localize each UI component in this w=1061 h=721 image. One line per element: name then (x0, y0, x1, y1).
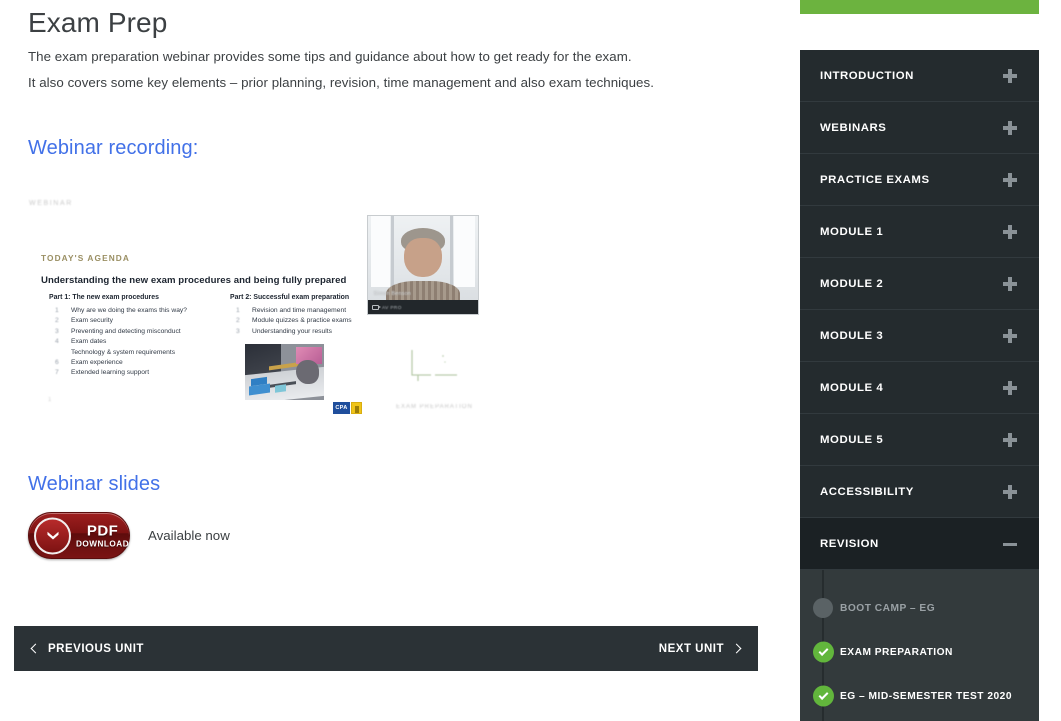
webinar-slides-heading: Webinar slides (28, 473, 161, 495)
slide-agenda-left-heading: Part 1: The new exam procedures (49, 294, 159, 301)
slide-decoration-lines (411, 350, 457, 381)
list-item: Extended learning support (71, 369, 150, 377)
sidebar-item-module-4[interactable]: MODULE 4 (800, 362, 1039, 414)
slide-top-faint-text: WEBINAR (29, 200, 73, 207)
pdf-download-row: PDF DOWNLOAD Available now (28, 512, 230, 559)
slide-agenda-title: Understanding the new exam procedures an… (41, 275, 347, 286)
list-item: Why are we doing the exams this way? (71, 306, 187, 314)
sidebar-item-introduction[interactable]: INTRODUCTION (800, 50, 1039, 102)
slide-agenda-right-list: Revision and time management Module quiz… (232, 306, 382, 337)
plus-icon[interactable] (1003, 328, 1017, 343)
pdf-download-button[interactable]: PDF DOWNLOAD (28, 512, 130, 559)
sidebar-subitem-mid-semester-test[interactable]: EG – MID-SEMESTER TEST 2020 (800, 674, 1039, 718)
list-item: Revision and time management (252, 306, 347, 314)
sidebar-item-revision[interactable]: REVISION (800, 518, 1039, 570)
sidebar-item-module-3[interactable]: MODULE 3 (800, 310, 1039, 362)
sidebar-subitem-label: EG – MID-SEMESTER TEST 2020 (840, 690, 1013, 702)
pdf-button-line2: DOWNLOAD (76, 538, 130, 548)
chevron-left-icon (30, 643, 41, 654)
webinar-recording-heading: Webinar recording: (28, 137, 199, 159)
revision-submenu: BOOT CAMP – EG EXAM PREPARATION EG – MID… (800, 570, 1039, 721)
sidebar-subitem-boot-camp[interactable]: BOOT CAMP – EG (800, 586, 1039, 630)
chevron-right-icon (731, 643, 742, 654)
sidebar-accent-bar (800, 0, 1039, 14)
pdf-button-text: PDF DOWNLOAD (76, 523, 129, 548)
slide-logo-text: CPA (333, 402, 350, 414)
slide-brand-logo: CPA (333, 402, 362, 414)
slide-footer-faint-text: EXAM PREPARATION (396, 404, 473, 410)
sidebar-item-label: MODULE 5 (820, 433, 884, 446)
slide-corner-faint-text: 1 (48, 397, 52, 403)
next-unit-label: NEXT UNIT (658, 642, 724, 655)
sidebar-subitem-label: BOOT CAMP – EG (840, 602, 936, 614)
sidebar-subitem-exam-preparation[interactable]: EXAM PREPARATION (800, 630, 1039, 674)
sidebar-subitem-label: EXAM PREPARATION (840, 646, 953, 658)
sidebar-item-module-1[interactable]: MODULE 1 (800, 206, 1039, 258)
course-outline-menu: INTRODUCTION WEBINARS PRACTICE EXAMS MOD… (800, 50, 1039, 721)
list-item: Exam dates (71, 338, 107, 346)
webcam-status-bar: AV PRO (368, 300, 478, 314)
sidebar-item-label: WEBINARS (820, 121, 887, 134)
sidebar-item-label: INTRODUCTION (820, 69, 914, 82)
list-item: Module quizzes & practice exams (252, 317, 352, 325)
sidebar-item-webinars[interactable]: WEBINARS (800, 102, 1039, 154)
sidebar-item-accessibility[interactable]: ACCESSIBILITY (800, 466, 1039, 518)
plus-icon[interactable] (1003, 432, 1017, 447)
intro-paragraph-2: It also covers some key elements – prior… (28, 75, 654, 90)
sidebar-item-label: PRACTICE EXAMS (820, 173, 930, 186)
list-item: Technology & system requirements (71, 348, 176, 356)
intro-paragraph-1: The exam preparation webinar provides so… (28, 49, 632, 64)
page-title: Exam Prep (28, 7, 168, 38)
slide-logo-badge (351, 402, 362, 414)
minus-icon[interactable] (1003, 537, 1017, 551)
slide-agenda-right-heading: Part 2: Successful exam preparation (230, 294, 350, 301)
plus-icon[interactable] (1003, 380, 1017, 395)
plus-icon[interactable] (1003, 224, 1017, 239)
main-content: Exam Prep The exam preparation webinar p… (0, 0, 790, 721)
sidebar-item-label: MODULE 1 (820, 225, 884, 238)
sidebar-item-module-5[interactable]: MODULE 5 (800, 414, 1039, 466)
plus-icon[interactable] (1003, 484, 1017, 499)
video-camera-icon (372, 304, 381, 310)
sidebar-item-label: REVISION (820, 537, 879, 550)
list-item: Exam experience (71, 358, 123, 366)
webinar-video-player[interactable]: WEBINAR TODAY'S AGENDA Understanding the… (28, 196, 488, 436)
unit-navigation-bar: PREVIOUS UNIT NEXT UNIT (14, 626, 758, 671)
status-dot-icon (813, 598, 833, 618)
check-circle-icon (813, 685, 834, 707)
page-root: Exam Prep The exam preparation webinar p… (0, 0, 1061, 721)
next-unit-button[interactable]: NEXT UNIT (658, 642, 742, 655)
plus-icon[interactable] (1003, 172, 1017, 187)
list-item: Preventing and detecting misconduct (71, 327, 181, 335)
webcam-status-label: AV PRO (382, 304, 402, 310)
slide-agenda-left-list: Why are we doing the exams this way? Exa… (51, 306, 231, 379)
presenter-name-label: Simon Benson (373, 291, 411, 298)
pdf-button-line1: PDF (86, 521, 119, 539)
sidebar-item-practice-exams[interactable]: PRACTICE EXAMS (800, 154, 1039, 206)
check-circle-icon (813, 641, 834, 663)
sidebar-item-label: ACCESSIBILITY (820, 485, 914, 498)
previous-unit-button[interactable]: PREVIOUS UNIT (30, 642, 144, 655)
course-sidebar: INTRODUCTION WEBINARS PRACTICE EXAMS MOD… (800, 0, 1039, 721)
sidebar-item-label: MODULE 2 (820, 277, 884, 290)
list-item: Exam security (71, 317, 113, 325)
plus-icon[interactable] (1003, 68, 1017, 83)
sidebar-item-label: MODULE 4 (820, 381, 884, 394)
slide-desk-photo (245, 344, 324, 400)
slide-agenda-column-right: Part 2: Successful exam preparation Revi… (230, 293, 382, 337)
slide-agenda-kicker: TODAY'S AGENDA (41, 253, 130, 263)
list-item: Understanding your results (252, 327, 332, 335)
sidebar-item-label: MODULE 3 (820, 329, 884, 342)
plus-icon[interactable] (1003, 276, 1017, 291)
download-chevron-icon (34, 517, 71, 554)
pdf-availability-text: Available now (148, 528, 230, 543)
sidebar-item-module-2[interactable]: MODULE 2 (800, 258, 1039, 310)
presenter-webcam-overlay: Simon Benson AV PRO (367, 215, 479, 315)
previous-unit-label: PREVIOUS UNIT (48, 642, 144, 655)
plus-icon[interactable] (1003, 120, 1017, 135)
slide-agenda-column-left: Part 1: The new exam procedures Why are … (49, 293, 231, 379)
